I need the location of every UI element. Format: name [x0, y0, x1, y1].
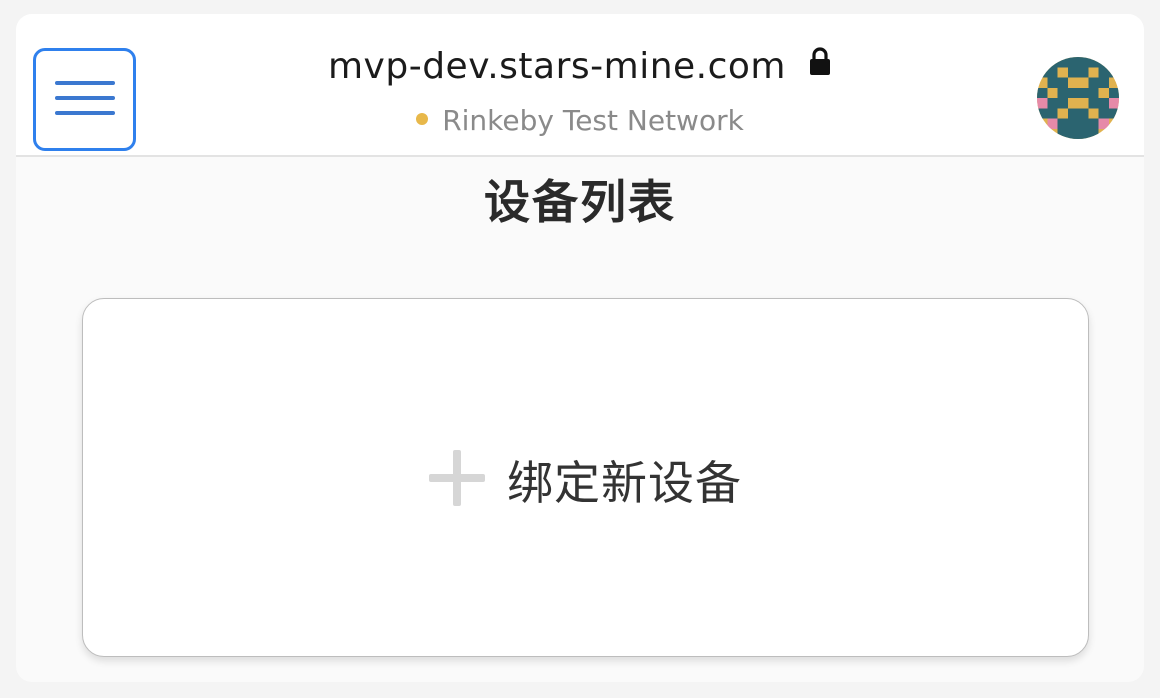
menu-icon-line-middle	[55, 96, 115, 100]
page-title: 设备列表	[484, 175, 676, 229]
network-indicator: Rinkeby Test Network	[16, 104, 1144, 137]
site-url: mvp-dev.stars-mine.com	[327, 46, 786, 87]
bind-new-device-card[interactable]: 绑定新设备	[82, 298, 1089, 657]
plus-icon	[429, 450, 485, 510]
url-display: mvp-dev.stars-mine.com	[16, 46, 1144, 89]
lock-icon	[808, 44, 832, 85]
network-status-dot	[416, 113, 429, 125]
account-avatar[interactable]	[1037, 57, 1119, 139]
wallet-header: mvp-dev.stars-mine.com Rinkeby Test Netw…	[16, 14, 1144, 157]
bind-new-device-content: 绑定新设备	[83, 447, 1088, 513]
network-name: Rinkeby Test Network	[442, 104, 744, 137]
bind-new-device-label: 绑定新设备	[507, 456, 742, 510]
browser-frame: mvp-dev.stars-mine.com Rinkeby Test Netw…	[16, 14, 1144, 682]
